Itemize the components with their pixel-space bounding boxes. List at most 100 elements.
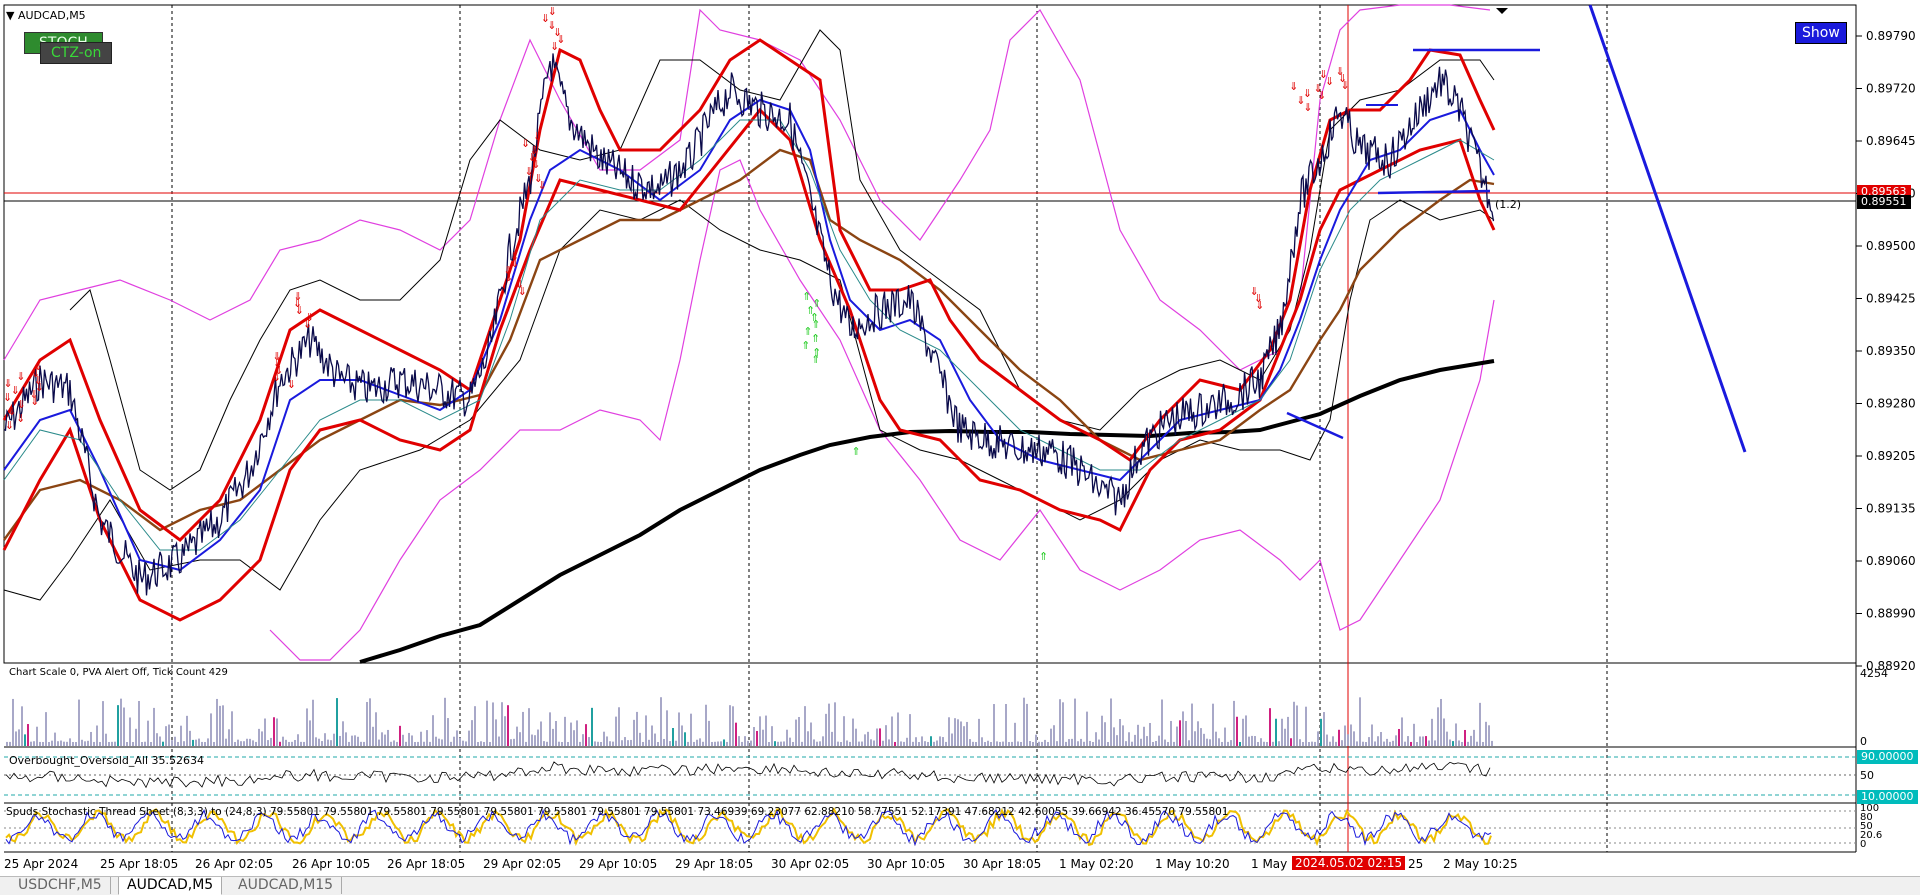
volume-bar xyxy=(1335,741,1337,746)
sell-arrow-icon: ⇓ xyxy=(1303,101,1312,114)
volume-bar xyxy=(1215,731,1217,746)
show-button[interactable]: Show xyxy=(1795,22,1847,44)
volume-bar xyxy=(1065,741,1067,746)
price-tick-label: 0.89645 xyxy=(1866,134,1916,148)
volume-bar xyxy=(933,741,935,746)
volume-bar xyxy=(1260,738,1262,746)
ma-200 xyxy=(359,359,1495,664)
volume-bar xyxy=(429,741,431,746)
time-label: 25 Apr 18:05 xyxy=(100,857,179,871)
tab-usdchf-m5[interactable]: USDCHF,M5 xyxy=(10,877,111,894)
volume-bar xyxy=(207,738,209,746)
trendline-down[interactable] xyxy=(1588,4,1747,453)
volume-bar xyxy=(276,718,278,746)
volume-bar xyxy=(894,741,896,746)
volume-bar xyxy=(1227,741,1229,746)
shift-marker-icon[interactable] xyxy=(1496,8,1508,14)
volume-bar xyxy=(1452,741,1454,746)
volume-bar xyxy=(714,741,716,746)
time-label: 29 Apr 18:05 xyxy=(675,857,754,871)
volume-bar xyxy=(1440,698,1442,746)
volume-bar xyxy=(1206,738,1208,746)
volume-bar xyxy=(1185,720,1187,746)
volume-bar xyxy=(1473,729,1475,746)
volume-bar xyxy=(237,739,239,746)
buy-arrow-icon: ⇑ xyxy=(811,332,820,345)
volume-bar xyxy=(783,741,785,746)
volume-bar xyxy=(1434,740,1436,746)
volume-bar xyxy=(711,741,713,746)
volume-bar xyxy=(990,742,992,746)
volume-bar xyxy=(747,740,749,746)
volume-bar xyxy=(957,719,959,746)
volume-bar xyxy=(675,740,677,746)
volume-bar xyxy=(1374,741,1376,746)
volume-bar xyxy=(102,701,104,746)
volume-bar xyxy=(966,721,968,746)
volume-bar xyxy=(1437,707,1439,746)
volume-bar xyxy=(1152,741,1154,746)
volume-bar xyxy=(36,726,38,746)
volume-bar xyxy=(1224,727,1226,746)
price-tick-label: 0.89500 xyxy=(1866,239,1916,253)
volume-bar xyxy=(1194,731,1196,746)
volume-bar xyxy=(771,726,773,746)
volume-bar xyxy=(960,721,962,746)
volume-bar xyxy=(534,735,536,746)
volume-bar xyxy=(1290,738,1292,746)
volume-bar xyxy=(819,741,821,746)
volume-bar xyxy=(138,701,140,746)
chart-canvas[interactable]: ⇓⇓⇓⇓⇓⇓⇓⇓⇓⇓⇓⇓⇓⇓⇓⇓⇓⇓⇓⇓⇓⇓⇓⇓⇓⇓⇓⇓⇓⇓⇓⇓⇓⇓⇓⇓⇓⇓⇓⇓… xyxy=(0,0,1920,876)
volume-bar xyxy=(993,704,995,746)
dropdown-triangle-icon[interactable]: ▼ xyxy=(6,9,14,22)
volume-bar xyxy=(1329,741,1331,746)
volume-bar xyxy=(627,740,629,746)
volume-bar xyxy=(1080,738,1082,746)
stoch-tick-0: 0 xyxy=(1860,839,1867,850)
sell-arrow-icon: ⇓ xyxy=(533,130,542,143)
volume-bar xyxy=(93,741,95,746)
price-tick-label: 0.89720 xyxy=(1866,82,1916,96)
volume-bar xyxy=(1491,740,1493,746)
volume-bar xyxy=(879,728,881,746)
volume-bar xyxy=(1407,736,1409,746)
volume-bar xyxy=(759,716,761,746)
volume-bar xyxy=(78,699,80,746)
volume-bar xyxy=(930,736,932,746)
volume-bar xyxy=(942,737,944,746)
volume-bar xyxy=(270,737,272,746)
volume-bar xyxy=(1302,741,1304,746)
volume-bar xyxy=(1017,741,1019,746)
tab-audcad-m5[interactable]: AUDCAD,M5 xyxy=(118,877,223,895)
volume-bar xyxy=(123,707,125,746)
volume-bar xyxy=(261,731,263,746)
volume-bar xyxy=(114,741,116,746)
volume-bar xyxy=(501,702,503,746)
price-axis-ticks: 0.897900.897200.896450.895700.895000.894… xyxy=(1856,29,1916,673)
buy-arrow-icon: ⇑ xyxy=(811,353,820,366)
price-tick-label: 0.89205 xyxy=(1866,449,1916,463)
volume-bar xyxy=(912,741,914,746)
volume-bar xyxy=(810,722,812,746)
volume-bar xyxy=(1287,716,1289,746)
sell-arrow-icon: ⇓ xyxy=(16,370,25,383)
volume-bar xyxy=(12,698,14,746)
volume-bar xyxy=(555,721,557,746)
volume-bar xyxy=(939,736,941,746)
volume-bar xyxy=(645,715,647,746)
sell-arrow-icon: ⇓ xyxy=(30,395,39,408)
volume-bar xyxy=(642,741,644,746)
volume-bar xyxy=(57,741,59,746)
volume-bar xyxy=(588,737,590,746)
price-tick-label: 0.89790 xyxy=(1866,29,1916,43)
sell-arrow-icon: ⇓ xyxy=(272,371,281,384)
ctz-badge[interactable]: CTZ-on xyxy=(40,42,113,64)
volume-bar xyxy=(1062,702,1064,746)
volume-bar xyxy=(582,734,584,746)
chart-window[interactable]: ⇓ ⇓ ⇓ ⇓ ⇓ ⇓ ⇓ ⇓ ⇓ ⇓ ⇓ ⇓ ⇓ ⇓ ⇓ ⇓ ⇓ ⇓ ⇓ ⇓ ⇓ ⇓ ⇓ ⇓ ⇓ ⇓ ⇓ ⇓ ⇓ ⇓ ⇓ ⇓ ⇓ ⇓ ⇓ ⇓ ⇓ ⇓ ⇓ ⇓… xyxy=(0,0,1920,895)
tab-audcad-m15[interactable]: AUDCAD,M15 xyxy=(230,877,343,894)
volume-bar xyxy=(756,730,758,746)
volume-bar xyxy=(1428,740,1430,746)
volume-bar xyxy=(540,721,542,746)
volume-bar xyxy=(1191,703,1193,746)
